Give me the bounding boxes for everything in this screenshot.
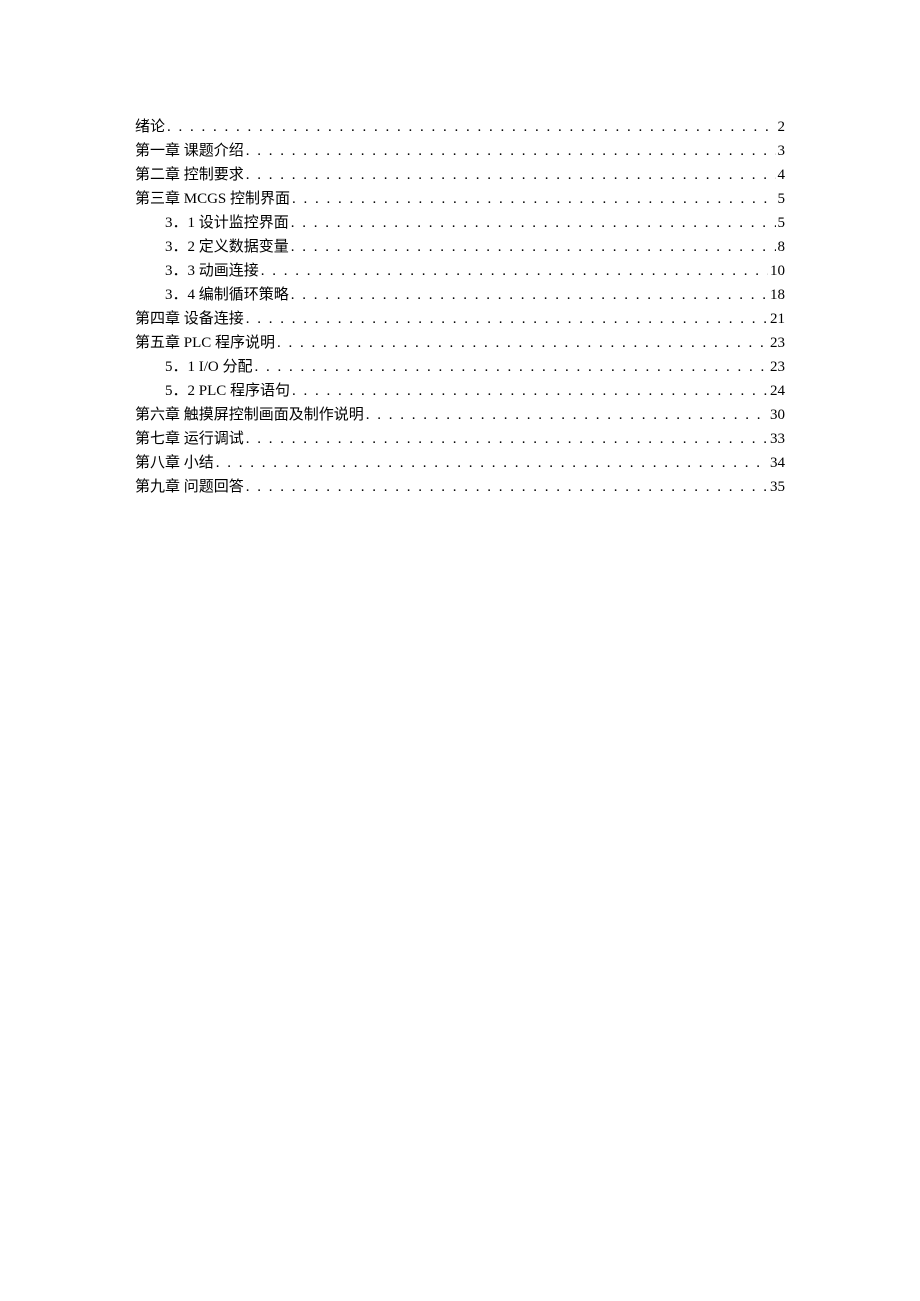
toc-page-number: 21: [770, 307, 785, 331]
toc-row: 第九章 问题回答. . . . . . . . . . . . . . . . …: [135, 475, 785, 499]
toc-page-number: 5: [778, 187, 786, 211]
toc-leader-dots: . . . . . . . . . . . . . . . . . . . . …: [291, 211, 776, 235]
toc-row: 3．1 设计监控界面. . . . . . . . . . . . . . . …: [135, 211, 785, 235]
toc-entry-label: 5．2 PLC 程序语句: [165, 379, 290, 403]
toc-row: 第七章 运行调试. . . . . . . . . . . . . . . . …: [135, 427, 785, 451]
toc-leader-dots: . . . . . . . . . . . . . . . . . . . . …: [167, 115, 775, 139]
toc-leader-dots: . . . . . . . . . . . . . . . . . . . . …: [246, 139, 776, 163]
toc-row: 第五章 PLC 程序说明. . . . . . . . . . . . . . …: [135, 331, 785, 355]
toc-entry-label: 第七章 运行调试: [135, 427, 244, 451]
toc-entry-label: 第四章 设备连接: [135, 307, 244, 331]
toc-entry-label: 第一章 课题介绍: [135, 139, 244, 163]
toc-entry-label: 第五章 PLC 程序说明: [135, 331, 275, 355]
toc-row: 3．3 动画连接. . . . . . . . . . . . . . . . …: [135, 259, 785, 283]
toc-entry-label: 第三章 MCGS 控制界面: [135, 187, 290, 211]
toc-entry-label: 第八章 小结: [135, 451, 214, 475]
toc-page-number: 30: [770, 403, 785, 427]
toc-page-number: 4: [778, 163, 786, 187]
toc-page-number: 34: [770, 451, 785, 475]
toc-leader-dots: . . . . . . . . . . . . . . . . . . . . …: [291, 235, 776, 259]
toc-leader-dots: . . . . . . . . . . . . . . . . . . . . …: [291, 283, 768, 307]
toc-entry-label: 3．1 设计监控界面: [165, 211, 289, 235]
toc-entry-label: 第二章 控制要求: [135, 163, 244, 187]
toc-leader-dots: . . . . . . . . . . . . . . . . . . . . …: [261, 259, 768, 283]
toc-page-number: 10: [770, 259, 785, 283]
toc-row: 第四章 设备连接. . . . . . . . . . . . . . . . …: [135, 307, 785, 331]
toc-page-number: 23: [770, 355, 785, 379]
toc-leader-dots: . . . . . . . . . . . . . . . . . . . . …: [255, 355, 769, 379]
toc-leader-dots: . . . . . . . . . . . . . . . . . . . . …: [246, 307, 768, 331]
toc-entry-label: 5．1 I/O 分配: [165, 355, 253, 379]
toc-leader-dots: . . . . . . . . . . . . . . . . . . . . …: [246, 163, 776, 187]
toc-entry-label: 3．4 编制循环策略: [165, 283, 289, 307]
toc-entry-label: 第九章 问题回答: [135, 475, 244, 499]
toc-page-number: 23: [770, 331, 785, 355]
table-of-contents: 绪论. . . . . . . . . . . . . . . . . . . …: [135, 115, 785, 499]
toc-row: 第八章 小结. . . . . . . . . . . . . . . . . …: [135, 451, 785, 475]
toc-row: 5．1 I/O 分配. . . . . . . . . . . . . . . …: [135, 355, 785, 379]
toc-row: 绪论. . . . . . . . . . . . . . . . . . . …: [135, 115, 785, 139]
toc-entry-label: 绪论: [135, 115, 165, 139]
toc-page-number: 5: [778, 211, 786, 235]
toc-leader-dots: . . . . . . . . . . . . . . . . . . . . …: [246, 427, 768, 451]
toc-row: 3．4 编制循环策略. . . . . . . . . . . . . . . …: [135, 283, 785, 307]
toc-row: 第六章 触摸屏控制画面及制作说明. . . . . . . . . . . . …: [135, 403, 785, 427]
toc-page-number: 35: [770, 475, 785, 499]
toc-leader-dots: . . . . . . . . . . . . . . . . . . . . …: [292, 379, 768, 403]
toc-row: 第一章 课题介绍. . . . . . . . . . . . . . . . …: [135, 139, 785, 163]
toc-leader-dots: . . . . . . . . . . . . . . . . . . . . …: [366, 403, 768, 427]
toc-row: 5．2 PLC 程序语句. . . . . . . . . . . . . . …: [135, 379, 785, 403]
toc-leader-dots: . . . . . . . . . . . . . . . . . . . . …: [292, 187, 775, 211]
toc-page-number: 24: [770, 379, 785, 403]
toc-row: 第二章 控制要求. . . . . . . . . . . . . . . . …: [135, 163, 785, 187]
toc-leader-dots: . . . . . . . . . . . . . . . . . . . . …: [246, 475, 768, 499]
toc-page-number: 8: [778, 235, 786, 259]
toc-row: 第三章 MCGS 控制界面. . . . . . . . . . . . . .…: [135, 187, 785, 211]
toc-entry-label: 3．3 动画连接: [165, 259, 259, 283]
toc-page-number: 3: [778, 139, 786, 163]
toc-page-number: 2: [778, 115, 786, 139]
toc-entry-label: 3．2 定义数据变量: [165, 235, 289, 259]
toc-row: 3．2 定义数据变量. . . . . . . . . . . . . . . …: [135, 235, 785, 259]
toc-leader-dots: . . . . . . . . . . . . . . . . . . . . …: [216, 451, 768, 475]
toc-leader-dots: . . . . . . . . . . . . . . . . . . . . …: [277, 331, 768, 355]
toc-page-number: 18: [770, 283, 785, 307]
toc-entry-label: 第六章 触摸屏控制画面及制作说明: [135, 403, 364, 427]
toc-page-number: 33: [770, 427, 785, 451]
